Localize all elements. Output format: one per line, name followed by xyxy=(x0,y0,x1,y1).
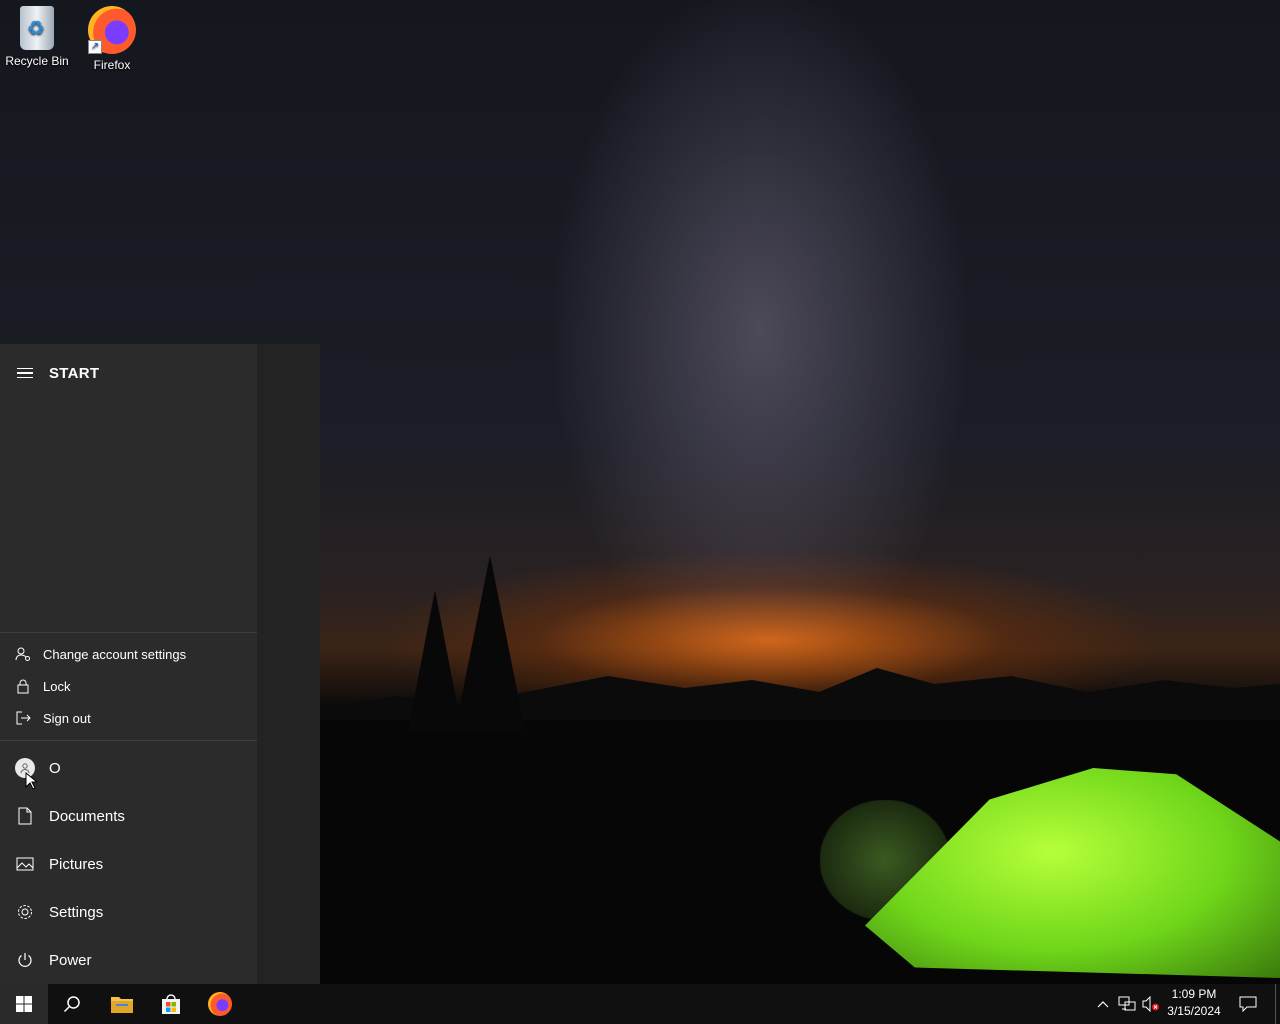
nav-label: Documents xyxy=(49,807,125,825)
clock-time: 1:09 PM xyxy=(1171,987,1217,1001)
taskbar-search-button[interactable] xyxy=(48,984,96,1024)
notification-icon xyxy=(1239,996,1257,1012)
firefox-icon: ↗ xyxy=(88,6,136,54)
hamburger-menu-icon[interactable] xyxy=(17,365,33,382)
start-tiles-pane xyxy=(257,344,320,984)
account-settings-icon xyxy=(15,647,30,661)
lock-icon xyxy=(17,679,29,694)
flyout-item-sign-out[interactable]: Sign out xyxy=(0,702,257,734)
file-explorer-icon xyxy=(111,997,133,1013)
search-icon xyxy=(63,996,80,1013)
show-desktop-button[interactable] xyxy=(1275,984,1276,1024)
nav-label: Power xyxy=(49,951,92,969)
recycle-bin-icon xyxy=(20,6,54,50)
chevron-up-icon xyxy=(1097,1001,1109,1008)
start-user-account[interactable]: O xyxy=(0,744,257,792)
action-center-button[interactable] xyxy=(1234,984,1262,1024)
nav-label: Pictures xyxy=(49,855,104,873)
microsoft-store-icon xyxy=(162,994,180,1014)
start-nav-documents[interactable]: Documents xyxy=(0,792,257,840)
firefox-icon xyxy=(208,992,232,1016)
taskbar: 1:09 PM 3/15/2024 xyxy=(0,984,1280,1024)
windows-start-icon xyxy=(16,996,32,1012)
start-header: START xyxy=(0,358,257,388)
user-name: O xyxy=(49,759,61,777)
flyout-item-label: Change account settings xyxy=(43,646,187,662)
pictures-icon xyxy=(16,857,34,871)
clock-date: 3/15/2024 xyxy=(1167,1004,1221,1018)
taskbar-file-explorer[interactable] xyxy=(98,984,146,1024)
start-nav-pictures[interactable]: Pictures xyxy=(0,840,257,888)
flyout-item-label: Lock xyxy=(43,678,71,694)
start-nav-power[interactable]: Power xyxy=(0,936,257,984)
taskbar-clock[interactable]: 1:09 PM 3/15/2024 xyxy=(1160,986,1228,1020)
start-menu: START Change account settings Lock Sign … xyxy=(0,344,320,984)
shortcut-arrow-icon: ↗ xyxy=(88,40,102,54)
nav-label: Settings xyxy=(49,903,104,921)
document-icon xyxy=(18,807,32,825)
tray-volume-button[interactable] xyxy=(1140,984,1162,1024)
start-title: START xyxy=(49,364,100,382)
flyout-item-change-account-settings[interactable]: Change account settings xyxy=(0,638,257,670)
sign-out-icon xyxy=(16,711,31,725)
volume-muted-icon xyxy=(1142,996,1159,1012)
flyout-item-lock[interactable]: Lock xyxy=(0,670,257,702)
power-icon xyxy=(18,953,32,967)
desktop-icon-label: Recycle Bin xyxy=(5,54,69,68)
flyout-item-label: Sign out xyxy=(43,710,91,726)
tray-overflow-button[interactable] xyxy=(1093,984,1113,1024)
account-flyout: Change account settings Lock Sign out xyxy=(0,632,257,741)
taskbar-microsoft-store[interactable] xyxy=(147,984,195,1024)
gear-icon xyxy=(18,905,32,919)
desktop-icon-recycle-bin[interactable]: Recycle Bin xyxy=(1,6,73,68)
start-nav-settings[interactable]: Settings xyxy=(0,888,257,936)
network-icon xyxy=(1118,996,1136,1011)
desktop-icon-label: Firefox xyxy=(93,58,131,72)
desktop-icon-firefox[interactable]: ↗ Firefox xyxy=(76,6,148,72)
mouse-cursor-icon xyxy=(25,772,37,790)
start-button[interactable] xyxy=(0,984,48,1024)
tray-network-button[interactable] xyxy=(1115,984,1139,1024)
taskbar-firefox[interactable] xyxy=(196,984,244,1024)
